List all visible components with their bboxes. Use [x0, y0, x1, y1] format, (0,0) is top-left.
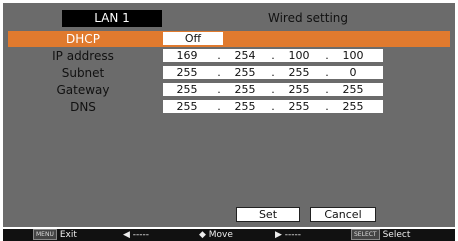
cancel-button[interactable]: Cancel	[310, 207, 376, 222]
select-key-icon: SELECT	[351, 229, 380, 240]
ip-octet-3[interactable]: 100	[275, 49, 323, 62]
dns-octet-1[interactable]: 255	[163, 100, 211, 113]
subnet-field[interactable]: 255 . 255 . 255 . 0	[163, 66, 383, 79]
dns-field[interactable]: 255 . 255 . 255 . 255	[163, 100, 383, 113]
menu-key-icon: MENU	[33, 229, 57, 240]
gateway-octet-3[interactable]: 255	[275, 83, 323, 96]
dns-label: DNS	[70, 100, 96, 114]
gateway-row[interactable]: Gateway 255 . 255 . 255 . 255	[8, 82, 450, 98]
move-hint: ◆ Move	[199, 230, 233, 240]
subnet-row[interactable]: Subnet 255 . 255 . 255 . 0	[8, 65, 450, 81]
select-label: Select	[382, 230, 411, 240]
dns-octet-3[interactable]: 255	[275, 100, 323, 113]
gateway-octet-1[interactable]: 255	[163, 83, 211, 96]
lan-tab-title: LAN 1	[62, 10, 162, 27]
ip-octet-2[interactable]: 254	[221, 49, 269, 62]
dns-octet-2[interactable]: 255	[221, 100, 269, 113]
gateway-label: Gateway	[56, 83, 110, 97]
subnet-octet-1[interactable]: 255	[163, 66, 211, 79]
ip-octet-1[interactable]: 169	[163, 49, 211, 62]
dhcp-row[interactable]: DHCP Off	[8, 31, 450, 47]
exit-label: Exit	[59, 230, 77, 240]
dns-row[interactable]: DNS 255 . 255 . 255 . 255	[8, 99, 450, 115]
dhcp-label: DHCP	[66, 32, 100, 46]
gateway-octet-2[interactable]: 255	[221, 83, 269, 96]
select-hint[interactable]: SELECT Select	[351, 229, 410, 241]
page-title: Wired setting	[267, 11, 349, 25]
dhcp-value[interactable]: Off	[163, 32, 223, 45]
set-button[interactable]: Set	[236, 207, 300, 222]
subnet-octet-2[interactable]: 255	[221, 66, 269, 79]
subnet-octet-3[interactable]: 255	[275, 66, 323, 79]
dns-octet-4[interactable]: 255	[329, 100, 377, 113]
right-hint: ▶ -----	[275, 230, 302, 240]
ip-address-label: IP address	[52, 49, 114, 63]
subnet-octet-4[interactable]: 0	[329, 66, 377, 79]
exit-hint[interactable]: MENU Exit	[33, 229, 77, 241]
subnet-label: Subnet	[61, 66, 105, 80]
ip-address-row[interactable]: IP address 169 . 254 . 100 . 100	[8, 48, 450, 64]
ip-octet-4[interactable]: 100	[329, 49, 377, 62]
gateway-octet-4[interactable]: 255	[329, 83, 377, 96]
left-hint: ◀ -----	[123, 230, 150, 240]
gateway-field[interactable]: 255 . 255 . 255 . 255	[163, 83, 383, 96]
status-bar: MENU Exit ◀ ----- ◆ Move ▶ ----- SELECT Se…	[3, 229, 455, 241]
ip-address-field[interactable]: 169 . 254 . 100 . 100	[163, 49, 383, 62]
